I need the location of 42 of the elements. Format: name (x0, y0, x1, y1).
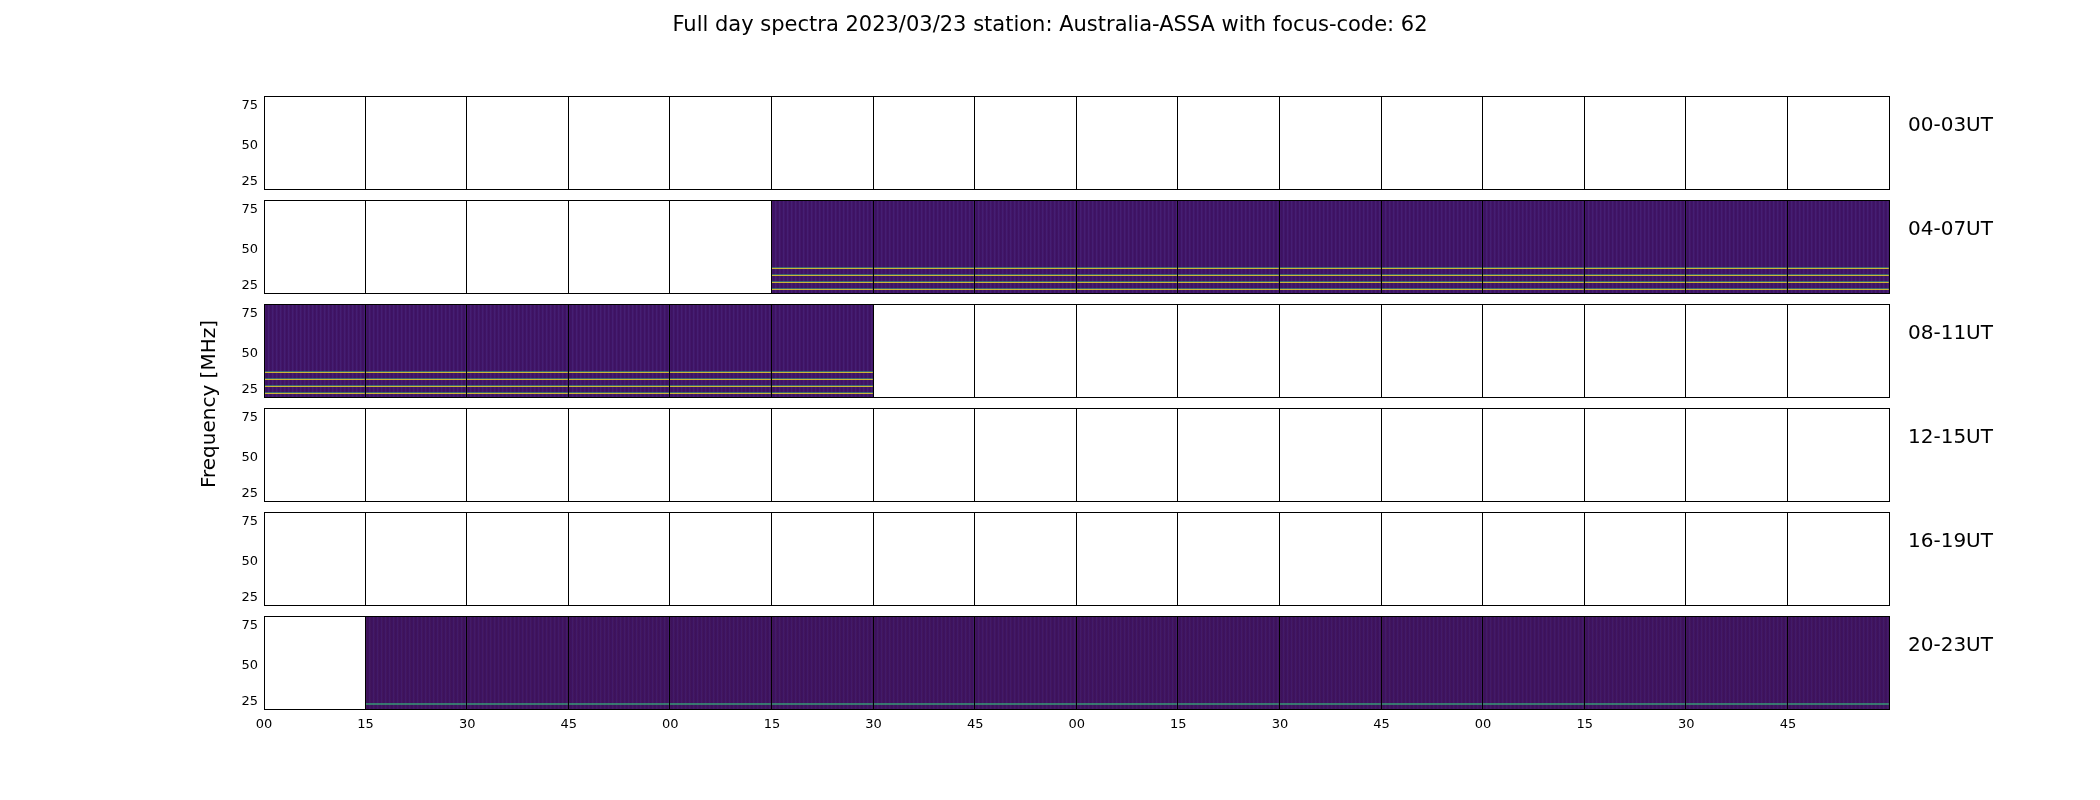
x-tick-label: 30 (1678, 716, 1695, 731)
y-tick-label: 75 (241, 305, 258, 318)
time-range-label: 12-15UT (1908, 424, 1993, 448)
time-range-label: 00-03UT (1908, 112, 1993, 136)
x-tick-label: 00 (1068, 716, 1085, 731)
x-tick-label: 15 (763, 716, 781, 731)
y-tick-label: 50 (241, 137, 258, 151)
y-tick-label: 75 (241, 201, 258, 214)
y-tick-label: 25 (241, 693, 258, 707)
y-tick-label: 50 (241, 657, 258, 671)
time-range-label: 04-07UT (1908, 216, 1993, 240)
x-tick-label: 45 (1779, 716, 1797, 731)
x-tick-label: 00 (1474, 716, 1492, 731)
y-tick-label: 75 (241, 617, 258, 630)
y-tick-label: 25 (241, 381, 258, 395)
x-tick-label: 45 (560, 716, 578, 731)
x-tick-label: 15 (1576, 716, 1593, 731)
x-tick-label: 45 (1373, 716, 1390, 731)
y-tick-label: 50 (241, 449, 258, 463)
x-tick-label: 15 (1170, 716, 1187, 731)
x-tick-label: 30 (865, 716, 882, 731)
y-tick-label: 75 (241, 513, 258, 526)
y-tick-label: 50 (241, 241, 258, 255)
y-tick-label: 25 (241, 485, 258, 499)
x-tick-label: 15 (357, 716, 374, 731)
y-axis-label: Frequency [MHz] (196, 319, 220, 489)
y-tick-label: 75 (241, 409, 258, 422)
y-tick-label: 25 (241, 277, 258, 291)
figure-title: Full day spectra 2023/03/23 station: Australia-ASSA with focus-code: 62 (671, 11, 1429, 38)
x-tick-label: 30 (458, 716, 476, 731)
y-tick-label: 50 (241, 345, 258, 359)
x-tick-label: 00 (255, 716, 273, 731)
x-tick-label: 00 (662, 716, 679, 731)
time-range-label: 20-23UT (1908, 632, 1993, 656)
time-range-label: 08-11UT (1908, 320, 1993, 344)
y-tick-label: 25 (241, 173, 258, 187)
y-tick-label: 75 (241, 97, 258, 110)
x-tick-label: 30 (1271, 716, 1289, 731)
x-tick-label: 45 (966, 716, 984, 731)
time-range-label: 16-19UT (1908, 528, 1993, 552)
y-tick-label: 50 (241, 553, 258, 567)
y-tick-label: 25 (241, 589, 258, 603)
